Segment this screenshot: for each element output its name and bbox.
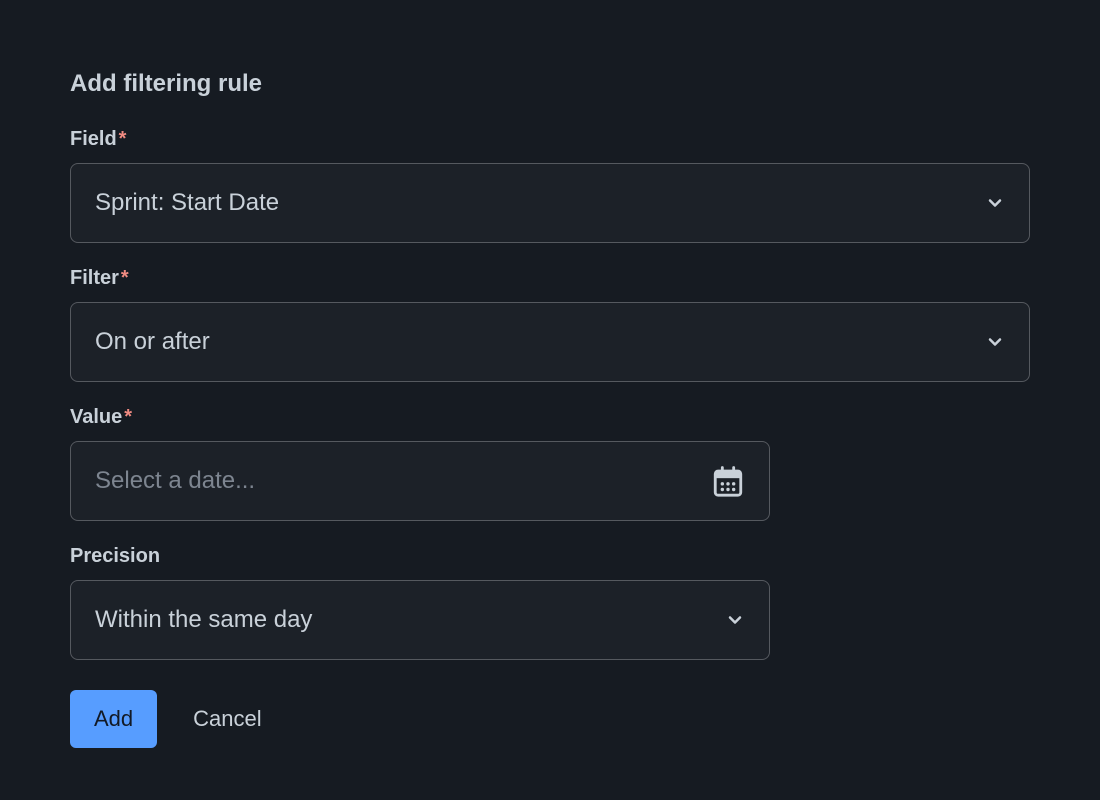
required-indicator: * — [119, 128, 127, 150]
precision-select[interactable]: Within the same day — [70, 580, 770, 660]
field-group-precision: Precision Within the same day — [70, 545, 770, 660]
filter-select-value: On or after — [95, 328, 985, 356]
required-indicator: * — [124, 406, 132, 428]
field-label: Field — [70, 128, 117, 151]
precision-label: Precision — [70, 545, 160, 568]
field-select[interactable]: Sprint: Start Date — [70, 163, 1030, 243]
field-group-filter: Filter* On or after — [70, 267, 1030, 382]
field-group-field: Field* Sprint: Start Date — [70, 128, 1030, 243]
precision-label-row: Precision — [70, 545, 770, 580]
value-date-placeholder: Select a date... — [95, 467, 711, 495]
chevron-down-icon — [725, 610, 745, 630]
chevron-down-icon — [985, 332, 1005, 352]
filter-label: Filter — [70, 267, 119, 290]
field-group-value: Value* Select a date... — [70, 406, 770, 521]
precision-select-value: Within the same day — [95, 606, 725, 634]
add-filtering-rule-form: Add filtering rule Field* Sprint: Start … — [0, 0, 1100, 748]
cancel-button[interactable]: Cancel — [193, 706, 261, 732]
field-label-row: Field* — [70, 128, 1030, 163]
calendar-icon — [711, 464, 745, 498]
value-label: Value — [70, 406, 122, 429]
filter-select[interactable]: On or after — [70, 302, 1030, 382]
button-row: Add Cancel — [70, 690, 1030, 748]
required-indicator: * — [121, 267, 129, 289]
field-select-value: Sprint: Start Date — [95, 189, 985, 217]
form-title: Add filtering rule — [70, 70, 1030, 98]
add-button[interactable]: Add — [70, 690, 157, 748]
chevron-down-icon — [985, 193, 1005, 213]
filter-label-row: Filter* — [70, 267, 1030, 302]
value-date-input[interactable]: Select a date... — [70, 441, 770, 521]
value-label-row: Value* — [70, 406, 770, 441]
